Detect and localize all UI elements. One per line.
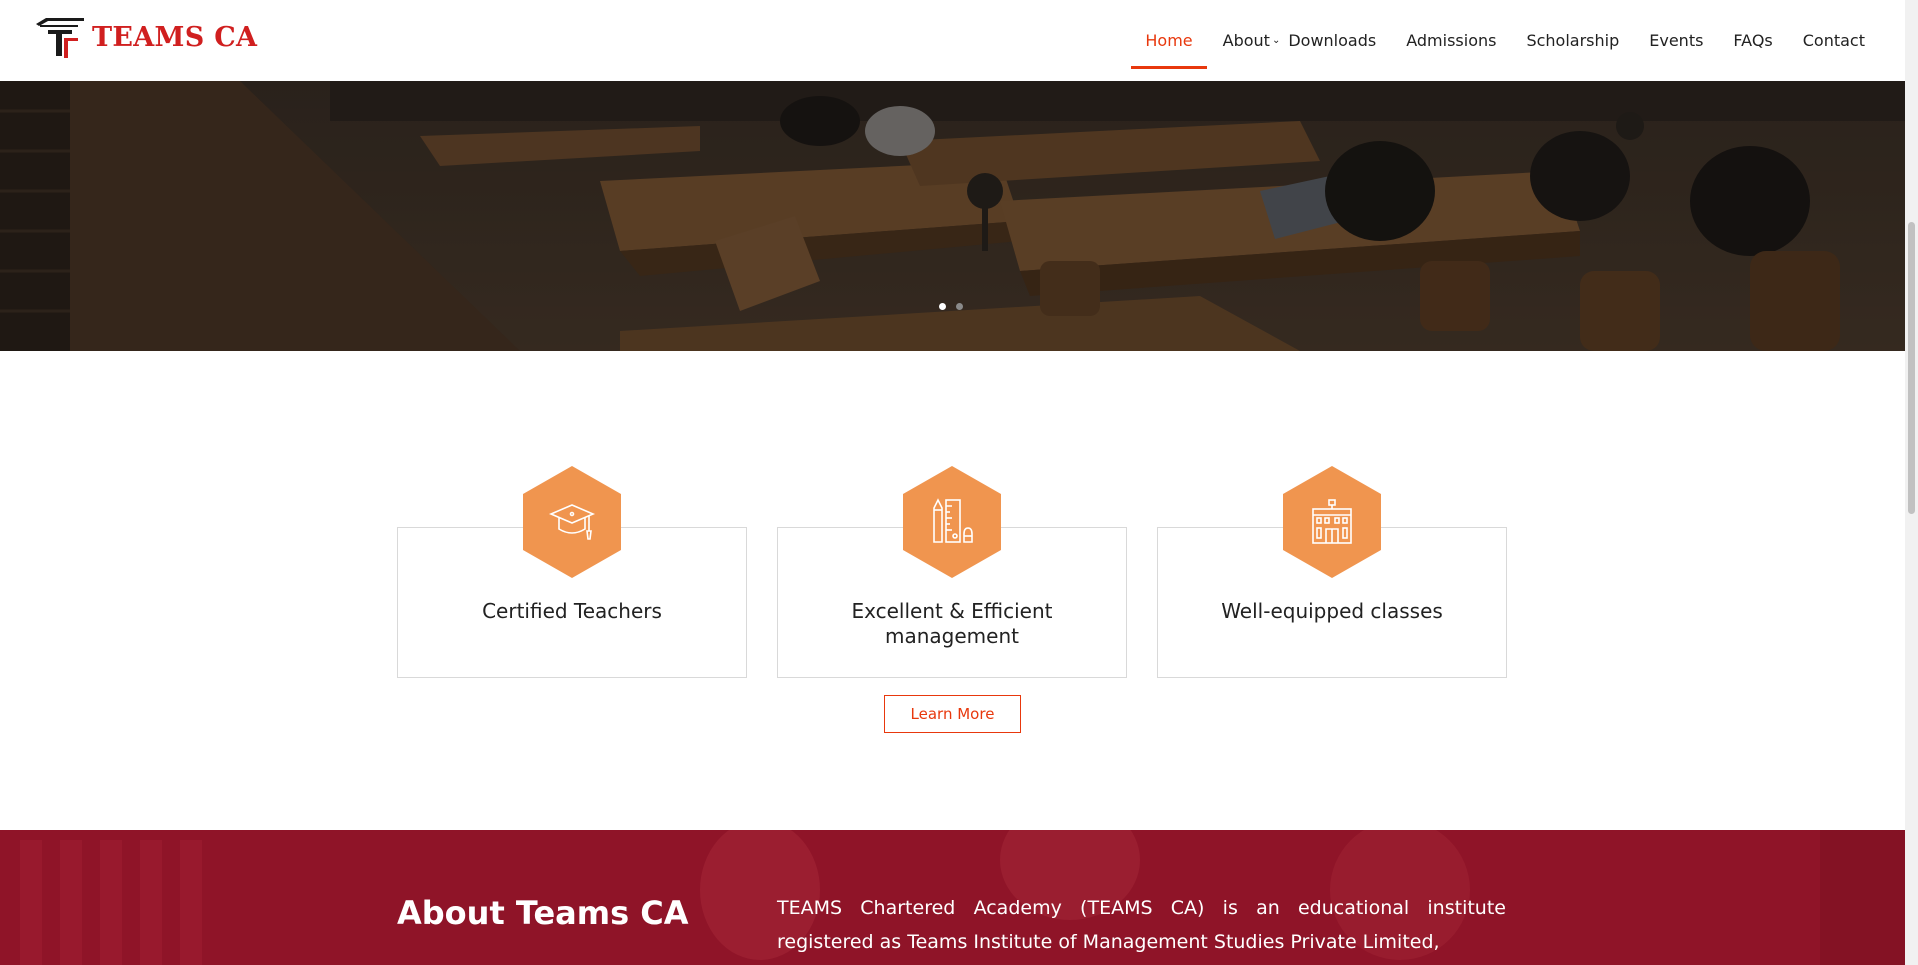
nav-events-label: Events [1649,31,1704,50]
nav-admissions-label: Admissions [1406,31,1497,50]
nav-contact-label: Contact [1802,31,1865,50]
logo-mark-icon [36,18,84,58]
logo-text: TEAMS CA [92,22,258,53]
nav-downloads-label: Downloads [1288,31,1377,50]
site-header: TEAMS CA Home About ⌄ Downloads Admission… [0,0,1905,81]
about-title: About Teams CA [397,894,689,932]
school-building-icon [1312,499,1352,544]
feature-title: Excellent & Efficient management [851,599,1053,648]
ruler-pencil-icon [933,498,973,543]
page-scrollbar[interactable] [1905,0,1918,965]
chevron-down-icon[interactable]: ⌄ [1272,35,1280,46]
feature-title: Certified Teachers [482,599,662,623]
slider-dot-2[interactable] [956,303,963,310]
page: TEAMS CA Home About ⌄ Downloads Admission… [0,0,1918,965]
learn-more-button[interactable]: Learn More [884,695,1021,733]
nav-faqs-label: FAQs [1733,31,1773,50]
scrollbar-thumb[interactable] [1908,222,1915,514]
main-nav: Home About ⌄ Downloads Admissions Scholar… [1115,0,1865,81]
nav-downloads[interactable]: Downloads [1288,13,1376,69]
nav-admissions[interactable]: Admissions [1406,13,1496,69]
nav-faqs[interactable]: FAQs [1733,13,1772,69]
nav-about-label: About [1222,31,1270,50]
nav-scholarship-label: Scholarship [1526,31,1620,50]
hero-image [0,81,1905,351]
feature-title: Well-equipped classes [1221,599,1443,623]
about-text: TEAMS Chartered Academy (TEAMS CA) is an… [777,897,1506,953]
nav-contact[interactable]: Contact [1803,13,1865,69]
slider-dots [939,303,973,310]
hero-slider [0,81,1905,351]
nav-scholarship[interactable]: Scholarship [1526,13,1619,69]
graduation-cap-icon [548,504,596,540]
nav-events[interactable]: Events [1649,13,1703,69]
nav-home[interactable]: Home [1131,13,1207,69]
slider-dot-1[interactable] [939,303,946,310]
site-logo[interactable]: TEAMS CA [34,16,257,60]
about-section: About Teams CA TEAMS Chartered Academy (… [0,830,1905,965]
nav-home-label: Home [1145,31,1193,50]
nav-about[interactable]: About ⌄ [1223,13,1281,69]
